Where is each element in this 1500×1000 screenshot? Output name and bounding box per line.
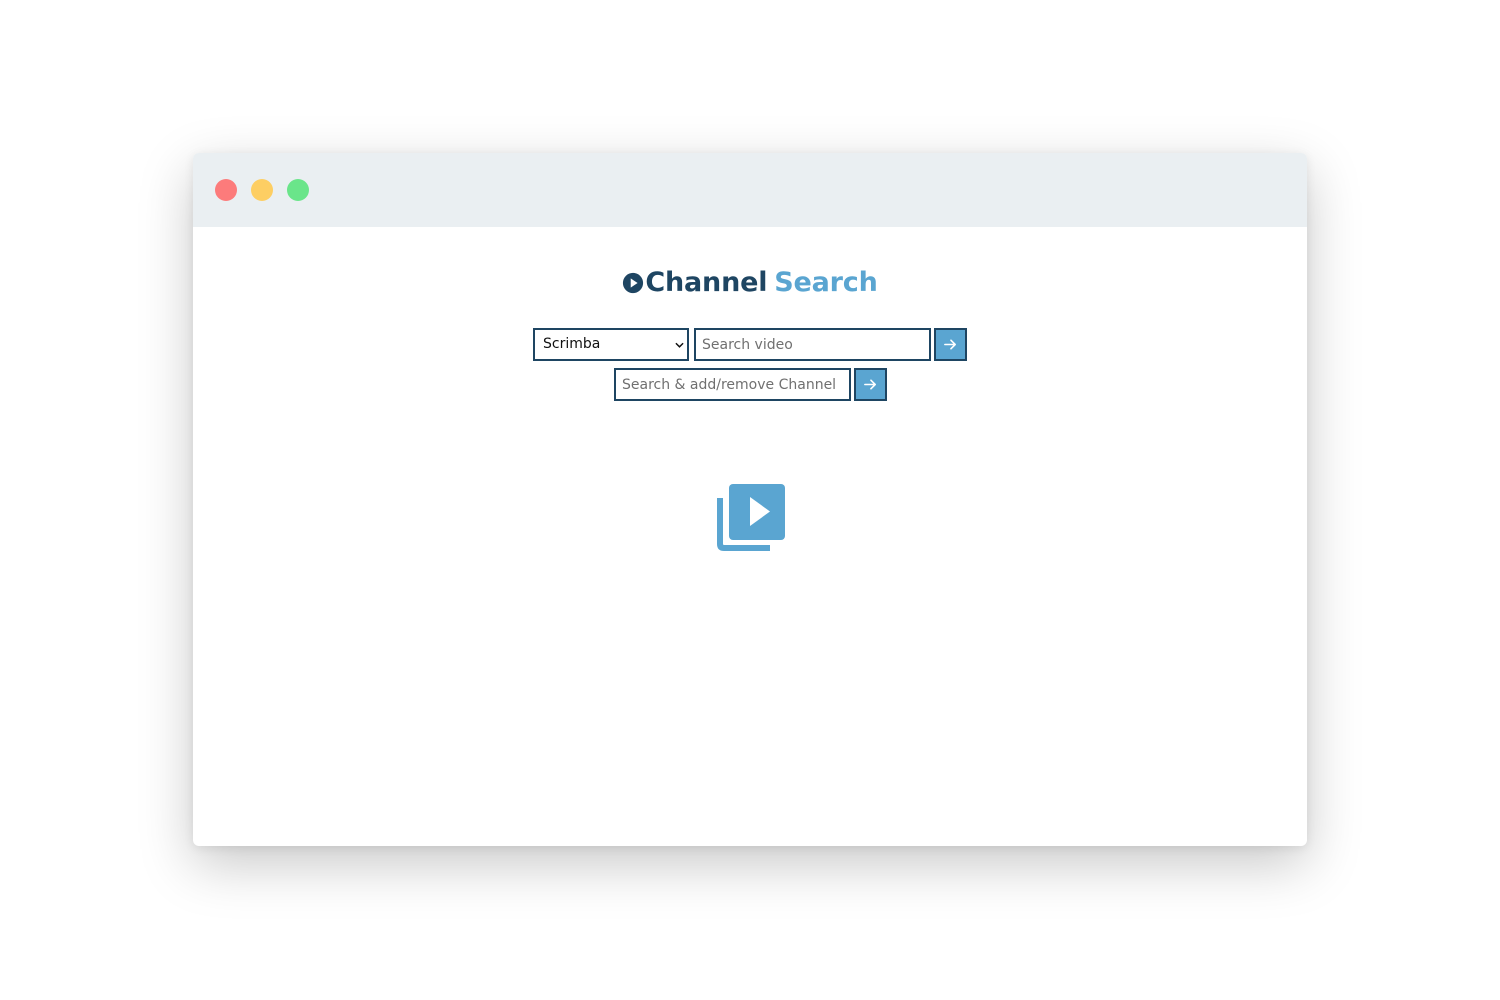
channel-select[interactable]: Scrimba <box>533 328 689 361</box>
app-title-word-search: Search <box>774 267 878 298</box>
app-title: Channel Search <box>193 267 1307 298</box>
video-library-icon <box>717 484 785 551</box>
video-search-field[interactable] <box>694 328 931 361</box>
channel-search-field[interactable] <box>614 368 851 401</box>
play-circle-icon <box>623 272 644 293</box>
channel-select-value: Scrimba <box>543 336 601 352</box>
browser-window: Channel Search Scrimba <box>193 153 1307 846</box>
window-titlebar <box>193 153 1307 227</box>
arrow-right-icon <box>944 339 956 350</box>
video-search-submit-button[interactable] <box>934 328 967 361</box>
close-window-button[interactable] <box>215 179 237 201</box>
channel-search-submit-button[interactable] <box>854 368 887 401</box>
channel-search-input[interactable] <box>616 370 849 399</box>
minimize-window-button[interactable] <box>251 179 273 201</box>
video-search-input[interactable] <box>696 330 929 359</box>
chevron-down-icon <box>675 342 684 348</box>
page-content: Channel Search Scrimba <box>193 227 1307 846</box>
arrow-right-icon <box>864 379 876 390</box>
app-title-word-channel: Channel <box>645 267 768 298</box>
maximize-window-button[interactable] <box>287 179 309 201</box>
